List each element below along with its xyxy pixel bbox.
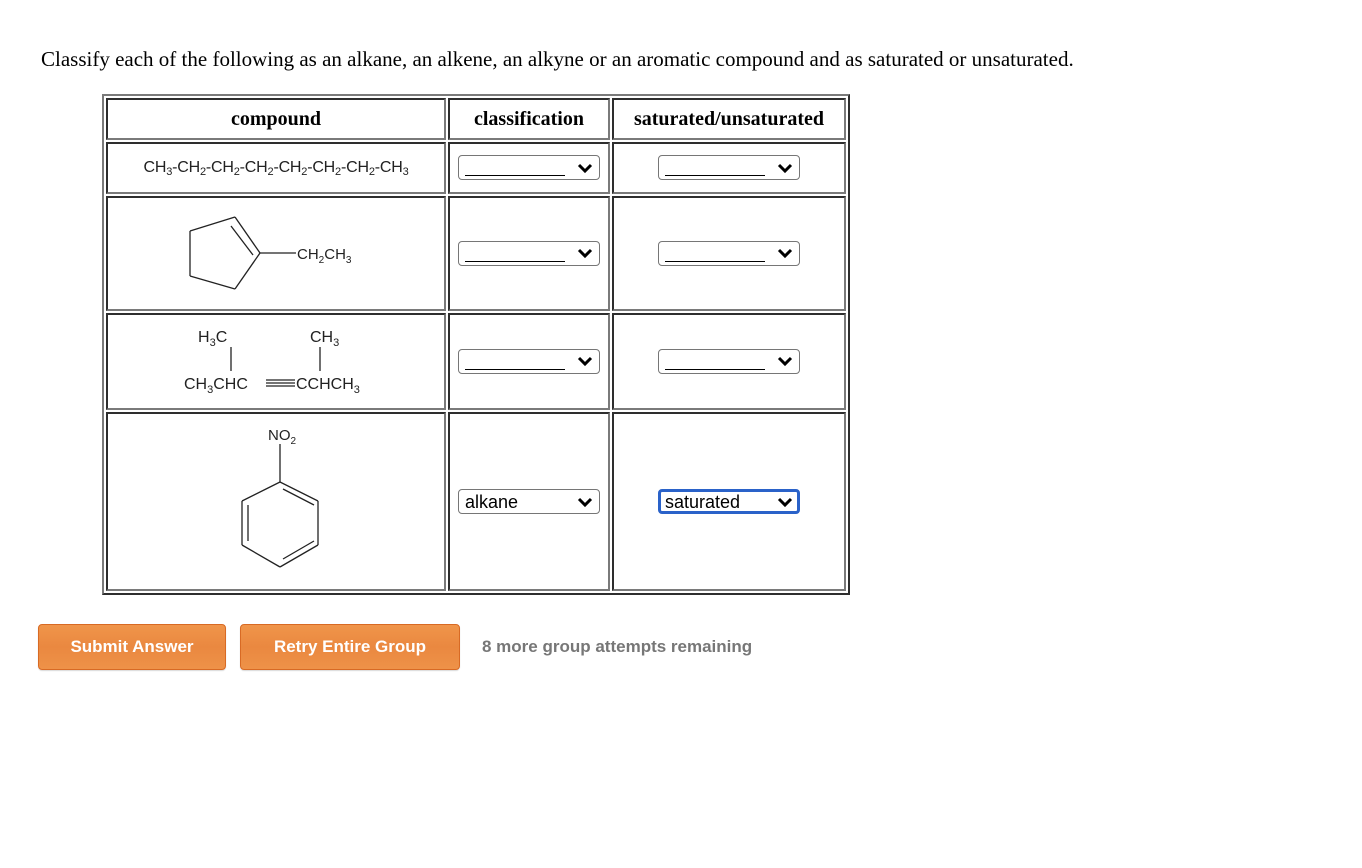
saturation-cell [612,196,846,311]
submit-answer-button[interactable]: Submit Answer [38,624,226,670]
ethylcyclopentene-structure: CH2CH3 [189,216,352,290]
classification-select[interactable] [458,240,600,266]
saturation-select[interactable] [658,155,800,180]
octane-formula: CH3-CH2-CH2-CH2-CH2-CH2-CH2-CH3 [143,158,409,178]
chevron-down-icon [777,163,793,173]
classification-cell [448,142,610,194]
header-classification: classification [448,98,610,140]
chevron-down-icon [577,248,593,259]
compound-cell: CH3-CH2-CH2-CH2-CH2-CH2-CH2-CH3 [106,142,446,194]
table-row: CH3-CH2-CH2-CH2-CH2-CH2-CH2-CH3 [106,142,846,194]
table-row: CH2CH3 [106,196,846,311]
classification-cell [448,196,610,311]
empty-selection [665,247,765,262]
compound-cell: NO2 [106,412,446,591]
classification-select[interactable] [458,348,600,374]
header-saturation: saturated/unsaturated [612,98,846,140]
compound-cell: CH2CH3 [106,196,446,311]
chevron-down-icon [777,356,793,367]
methyl-label-right: CH3 [310,329,339,349]
selected-value: alkane [465,491,519,512]
empty-selection [465,247,565,262]
saturation-select[interactable] [658,240,800,266]
chevron-down-icon [577,497,593,507]
selected-value: saturated [665,491,741,512]
table-header-row: compound classification saturated/unsatu… [106,98,846,140]
ethyl-substituent-label: CH2CH3 [297,246,352,266]
table-row: H3C CH3 CH3CHC CCHCH3 [106,313,846,410]
subscript: 3 [166,165,173,178]
subscript: 3 [402,165,409,178]
table-row: NO2 alkane saturated [106,412,846,591]
subscript: 2 [301,165,308,178]
classification-select[interactable] [458,155,600,180]
cyclopentene-ring [189,216,296,290]
subscript: 2 [368,165,375,178]
classification-cell [448,313,610,410]
classification-select[interactable]: alkane [458,489,600,514]
chevron-down-icon [777,497,793,507]
main-chain-right: CCHCH3 [296,376,360,396]
subscript: 2 [199,165,206,178]
nitrobenzene-structure: NO2 [241,427,319,568]
empty-selection [465,355,565,370]
empty-selection [465,161,565,176]
saturation-select[interactable] [658,348,800,374]
retry-entire-group-button[interactable]: Retry Entire Group [240,624,460,670]
subscript: 2 [335,165,341,178]
saturation-cell [612,313,846,410]
methyl-label-left: H3C [198,329,227,349]
chevron-down-icon [577,163,593,173]
chevron-down-icon [577,356,593,367]
triple-bond [266,379,295,387]
benzene-ring [241,444,319,568]
header-compound: compound [106,98,446,140]
compound-cell: H3C CH3 CH3CHC CCHCH3 [106,313,446,410]
dimethylhexyne-structure: H3C CH3 CH3CHC CCHCH3 [184,329,360,396]
empty-selection [665,161,765,176]
chevron-down-icon [777,248,793,259]
subscript: 2 [267,165,274,178]
saturation-cell: saturated [612,412,846,591]
empty-selection [665,355,765,370]
classification-table: compound classification saturated/unsatu… [102,94,850,595]
main-chain-left: CH3CHC [184,376,248,396]
attempts-remaining-text: 8 more group attempts remaining [482,637,753,656]
saturation-cell [612,142,846,194]
subscript: 2 [233,165,240,178]
question-prompt: Classify each of the following as an alk… [41,47,1074,71]
saturation-select[interactable]: saturated [658,489,800,514]
classification-cell: alkane [448,412,610,591]
nitro-label: NO2 [268,427,297,447]
